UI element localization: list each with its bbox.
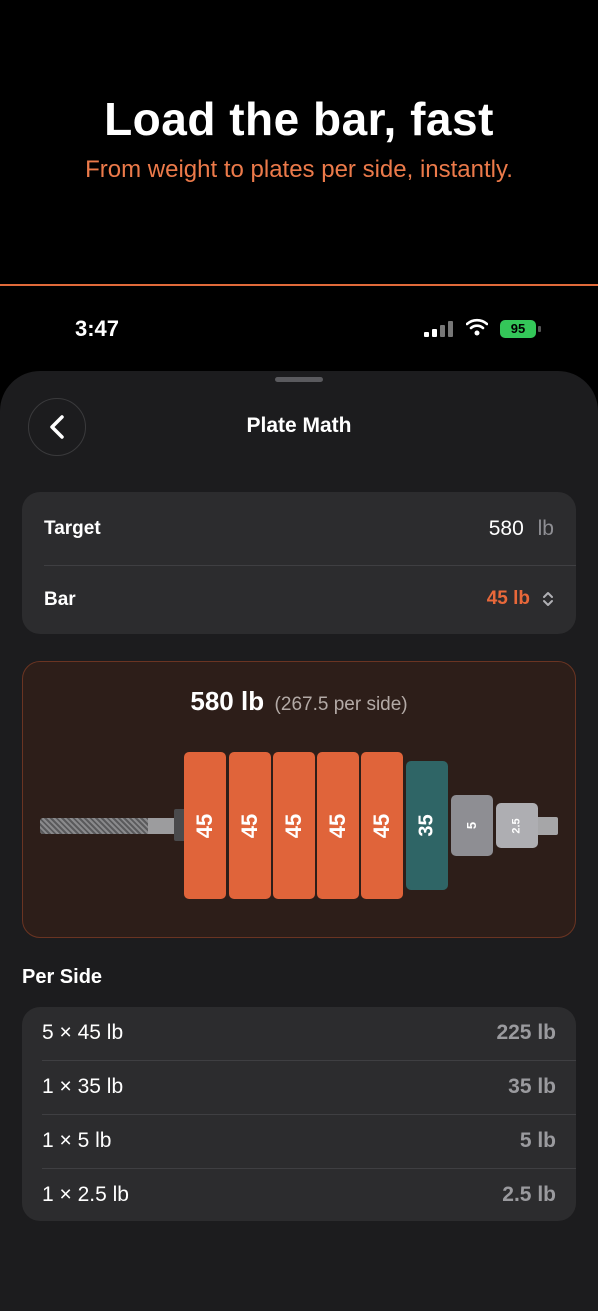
status-time: 3:47 (75, 316, 120, 341)
target-field[interactable]: 580 lb (489, 517, 554, 541)
plate-label: 45 (324, 813, 350, 838)
list-item-label: 1 × 2.5 lb (42, 1183, 129, 1206)
list-item-value: 225 lb (496, 1021, 556, 1044)
promo-subline: From weight to plates per side, instantl… (85, 156, 513, 183)
plate-35-lb: 35 (406, 761, 448, 890)
signal-icon (424, 321, 454, 337)
plate-45-lb: 45 (317, 752, 359, 899)
list-item-label: 5 × 45 lb (42, 1021, 124, 1044)
section-title-per-side: Per Side (22, 966, 103, 988)
bar-row[interactable]: Bar 45 lb (22, 566, 576, 634)
list-item-label: 1 × 5 lb (42, 1129, 112, 1152)
list-item: 5 × 45 lb 225 lb (22, 1007, 576, 1060)
list-item: 1 × 2.5 lb 2.5 lb (22, 1169, 576, 1222)
plate-label: 45 (191, 813, 217, 838)
plate-label: 35 (415, 814, 438, 837)
plate-45-lb: 45 (229, 752, 271, 899)
target-value: 580 (488, 517, 524, 540)
plate-label: 5 (464, 821, 480, 830)
list-item-value: 5 lb (519, 1129, 556, 1152)
status-icons: 95 (424, 318, 544, 340)
battery-tip (538, 326, 541, 332)
plate-45-lb: 45 (184, 752, 226, 899)
page-title: Plate Math (246, 414, 352, 437)
target-label: Target (44, 518, 101, 539)
battery-icon: 95 (500, 320, 536, 338)
bar-value: 45 lb (486, 588, 530, 609)
barbell-sleeve (148, 818, 176, 834)
target-unit: lb (537, 517, 554, 540)
per-side-list: 5 × 45 lb 225 lb 1 × 35 lb 35 lb 1 × 5 lb 5 l… (22, 1007, 576, 1221)
plate-5-lb: 5 (451, 795, 493, 856)
total-summary: 580 lb (267.5 per side) (0, 686, 598, 717)
plate-label: 45 (280, 813, 306, 838)
input-card: Target 580 lb Bar 45 lb (22, 492, 576, 634)
bar-label: Bar (44, 589, 76, 610)
sheet-grabber[interactable] (275, 377, 323, 382)
plate-2-5-lb: 2.5 (496, 803, 538, 848)
list-item-label: 1 × 35 lb (42, 1075, 124, 1098)
target-row[interactable]: Target 580 lb (22, 492, 576, 564)
list-item: 1 × 35 lb 35 lb (22, 1061, 576, 1114)
plate-label: 2.5 (510, 817, 523, 834)
list-item-value: 35 lb (508, 1075, 556, 1098)
chevron-up-down-icon (543, 592, 553, 606)
list-item: 1 × 5 lb 5 lb (22, 1115, 576, 1168)
divider-line (0, 284, 598, 286)
promo-headline: Load the bar, fast (104, 93, 494, 145)
list-item-value: 2.5 lb (502, 1183, 556, 1206)
per-side-weight: (267.5 per side) (274, 694, 408, 715)
wifi-icon (466, 318, 488, 336)
plate-label: 45 (236, 813, 262, 838)
plate-45-lb: 45 (273, 752, 315, 899)
plate-label: 45 (368, 813, 394, 838)
bar-picker[interactable]: 45 lb (487, 588, 554, 610)
total-weight: 580 lb (190, 686, 265, 716)
plate-45-lb: 45 (361, 752, 403, 899)
